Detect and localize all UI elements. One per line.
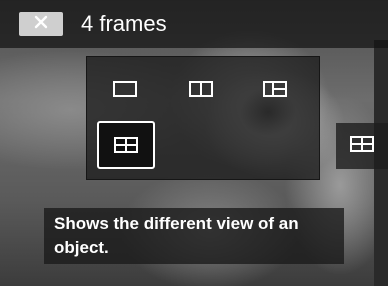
- close-button[interactable]: [19, 12, 63, 36]
- page-title: 4 frames: [81, 11, 167, 36]
- single-frame-icon: [113, 81, 137, 97]
- frame-option-single[interactable]: [107, 75, 143, 103]
- three-frames-icon: [263, 81, 287, 97]
- close-icon: [34, 15, 48, 34]
- frame-option-three[interactable]: [257, 75, 293, 103]
- frame-options-panel: [86, 56, 320, 180]
- frame-option-four[interactable]: [97, 121, 155, 169]
- help-text: Shows the different view of an object.: [44, 208, 344, 264]
- frame-option-next[interactable]: [336, 123, 388, 169]
- title-bar: 4 frames: [0, 0, 388, 48]
- two-frames-icon: [189, 81, 213, 97]
- four-frames-icon: [114, 137, 138, 153]
- four-frames-icon: [350, 135, 374, 157]
- frame-option-two[interactable]: [183, 75, 219, 103]
